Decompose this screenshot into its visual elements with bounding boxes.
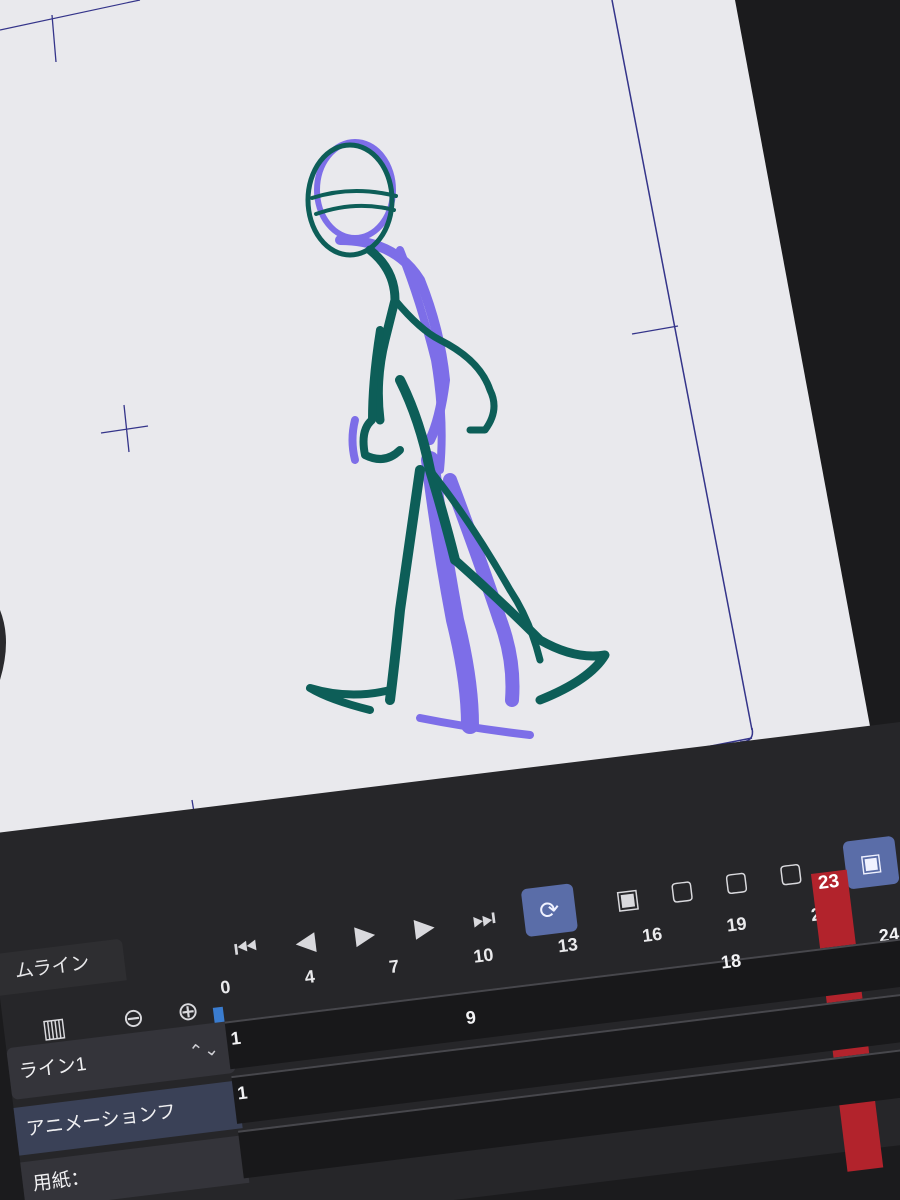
ruler-label: 4: [303, 966, 316, 988]
next-frame-icon[interactable]: ▶: [402, 904, 447, 949]
ruler-label: 0: [219, 976, 232, 998]
ruler-label: 19: [725, 913, 748, 936]
track-name: 用紙：: [31, 1167, 91, 1196]
new-cel-icon[interactable]: ▢: [660, 868, 705, 913]
track-name: アニメーションフ: [25, 1101, 178, 1141]
frame-start-label: 1: [229, 1027, 242, 1049]
onion-skin-icon[interactable]: ▣: [842, 835, 900, 890]
ruler-label: 10: [472, 944, 495, 967]
unlink-cel-icon[interactable]: ▢: [768, 850, 813, 895]
go-to-first-frame-icon[interactable]: ⏮: [224, 926, 269, 971]
chevron-updown-icon[interactable]: ⌃⌄: [186, 1023, 222, 1078]
ruler-label: 13: [556, 934, 579, 957]
previous-frame-icon[interactable]: ◀: [283, 919, 328, 964]
frame-label: 9: [464, 1006, 478, 1029]
current-frame-label: 23: [816, 870, 841, 895]
frame-label: 18: [719, 950, 743, 973]
link-cel-icon[interactable]: ▢: [714, 859, 759, 904]
play-icon[interactable]: ▶: [343, 912, 388, 957]
go-to-last-frame-icon[interactable]: ⏭: [462, 897, 507, 942]
timeline-name: ライン1: [17, 1053, 88, 1083]
new-animation-cel-icon[interactable]: ▣: [605, 876, 650, 921]
app-screen: ムライン ⏮ ◀ ▶ ▶ ⏭ ⟳ ▣ ▢ ▢ ▢ ▣ ▥ ⊖ ⊕ 0 4 7 1…: [0, 0, 900, 1200]
frame-start-label: 1: [236, 1082, 249, 1104]
ruler-label: 7: [387, 955, 401, 978]
ruler-label: 16: [641, 923, 664, 946]
timeline-title: ムライン: [0, 938, 127, 996]
